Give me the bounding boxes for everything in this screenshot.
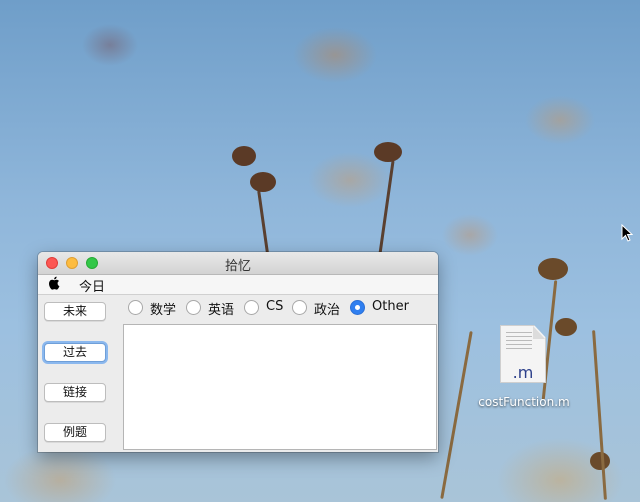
mouse-cursor-icon [621,223,634,246]
app-window: 拾忆 今日 未来 过去 链接 例题 数学 英语 CS 政治 Other [38,252,438,452]
examples-button[interactable]: 例题 [44,423,106,442]
title-bar[interactable]: 拾忆 [38,252,438,275]
radio-label: CS [266,299,284,314]
file-extension-label: .m [512,363,534,382]
radio-label: 数学 [150,303,177,318]
radio-circle[interactable] [292,300,307,315]
window-title: 拾忆 [224,259,251,274]
radio-circle[interactable] [128,300,143,315]
past-button[interactable]: 过去 [44,343,106,362]
file-page: .m [500,325,546,383]
radio-circle[interactable] [244,300,259,315]
content-text-area[interactable] [123,324,437,450]
radio-label: Other [372,299,409,314]
file-fold [533,326,545,339]
matlab-file-icon[interactable]: .m [500,325,546,383]
menu-item-today[interactable]: 今日 [79,276,105,295]
apple-icon[interactable] [48,276,60,294]
links-button[interactable]: 链接 [44,383,106,402]
menu-bar: 今日 [38,275,438,295]
file-preview-lines [506,332,532,352]
radio-label: 英语 [208,303,235,318]
file-name-label[interactable]: costFunction.m [471,395,577,409]
radio-circle[interactable] [186,300,201,315]
future-button[interactable]: 未来 [44,302,106,321]
radio-label: 政治 [314,303,341,318]
radio-circle[interactable] [350,300,365,315]
